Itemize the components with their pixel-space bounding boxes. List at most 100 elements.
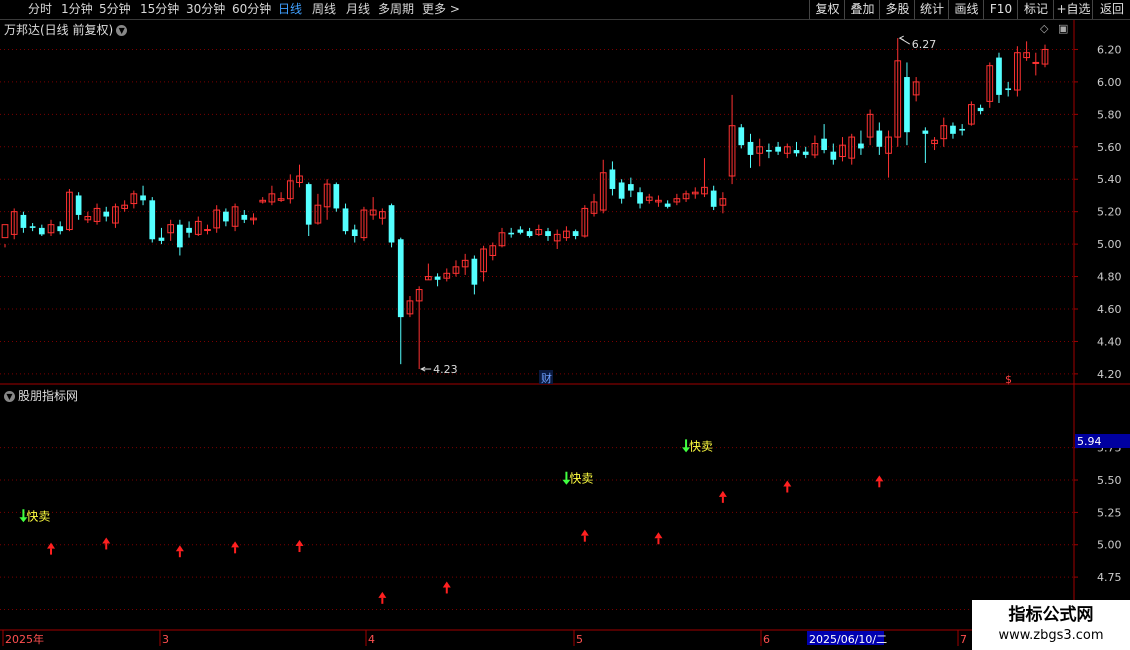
candle-body-up (783, 146, 791, 154)
candle-body-down (821, 138, 827, 151)
sell-signal-label: 快卖 (569, 472, 593, 486)
candle-body-up (535, 229, 543, 235)
candle-body-up (655, 199, 662, 203)
price-tick-label: 5.40 (1097, 173, 1122, 186)
candle-body-down (904, 77, 910, 133)
candle-body-up (682, 193, 690, 200)
toolbar-button-2[interactable]: 多股 (879, 0, 915, 19)
candle-body-down (545, 231, 551, 237)
candle-body-down (397, 239, 404, 318)
toolbar-button-3[interactable]: 统计 (914, 0, 949, 19)
candle-body-up (728, 125, 736, 177)
candle-body-down (627, 184, 634, 191)
candle-body-down (103, 211, 110, 217)
candle-body-up (940, 125, 948, 140)
price-tick-label: 6.00 (1097, 76, 1122, 89)
candle-body-down (738, 127, 745, 146)
candle-body-down (20, 214, 27, 228)
candle-body-down (959, 128, 966, 131)
high-marker-arrow (898, 35, 904, 41)
candle-body-down (517, 229, 524, 233)
period-tab-6[interactable]: 日线 (278, 1, 302, 18)
candle-body-up (277, 198, 285, 201)
candle-body-up (645, 196, 653, 201)
candle-body-up (498, 232, 506, 247)
time-axis-label: 3 (162, 633, 169, 646)
period-tab-10[interactable]: 更多 > (422, 1, 460, 18)
candle-body-down (177, 224, 183, 248)
indicator-title-label: 股朋指标网 (18, 389, 79, 403)
candle-body-up (415, 289, 423, 302)
candle-body-down (664, 203, 671, 207)
toolbar-button-8[interactable]: 返回 (1092, 0, 1130, 19)
candle-body-up (1032, 61, 1040, 64)
buy-arrow-head (718, 490, 727, 497)
diamond-icon[interactable]: ◇ (1040, 22, 1048, 35)
indicator-tick-label: 5.50 (1097, 474, 1122, 487)
toolbar-button-4[interactable]: 画线 (948, 0, 984, 19)
price-tick-label: 4.60 (1097, 303, 1122, 316)
high-marker-line (899, 37, 911, 45)
toolbar-button-6[interactable]: 标记 (1017, 0, 1054, 19)
time-axis-label: 4 (368, 633, 375, 646)
period-tab-0[interactable]: 分时 (28, 1, 52, 18)
sell-signal-label: 快卖 (26, 509, 50, 523)
candle-body-down (434, 276, 441, 280)
title-menu-chevron-icon[interactable]: ▼ (116, 25, 128, 36)
period-tab-7[interactable]: 周线 (312, 1, 336, 18)
candle-body-down (223, 211, 229, 222)
candle-body-up (250, 217, 257, 221)
candle-body-down (950, 125, 956, 134)
watermark-url: www.zbgs3.com (998, 628, 1104, 643)
candle-body-up (323, 183, 331, 208)
candle-body-up (673, 198, 681, 203)
toolbar-button-1[interactable]: 叠加 (844, 0, 880, 19)
period-tab-4[interactable]: 30分钟 (186, 1, 225, 18)
period-tab-5[interactable]: 60分钟 (232, 1, 271, 18)
candle-body-up (848, 136, 856, 159)
candle-body-up (811, 143, 819, 156)
period-tab-2[interactable]: 5分钟 (99, 1, 131, 18)
candle-body-down (637, 192, 643, 204)
sell-arrow-head (682, 447, 691, 453)
candle-body-up (130, 193, 138, 205)
candle-body-up (894, 60, 902, 138)
buy-arrow-head (102, 537, 111, 544)
period-tab-8[interactable]: 月线 (346, 1, 370, 18)
indicator-tick-label: 5.75 (1097, 442, 1122, 455)
period-tab-3[interactable]: 15分钟 (140, 1, 179, 18)
toolbar-button-5[interactable]: F10 (983, 0, 1018, 19)
watermark-title: 指标公式网 (1008, 605, 1094, 625)
candle-body-up (167, 224, 175, 234)
candle-body-up (369, 209, 377, 216)
candle-body-down (775, 146, 781, 152)
sell-signal-label: 快卖 (689, 439, 713, 453)
candle-body-down (29, 226, 36, 228)
candle-body-down (158, 237, 165, 241)
indicator-menu-chevron-icon[interactable]: ▼ (4, 391, 15, 402)
toolbar-button-0[interactable]: 复权 (809, 0, 845, 19)
buy-arrow-head (47, 542, 56, 549)
candle-body-down (351, 229, 358, 237)
candle-body-up (204, 229, 211, 232)
candle-body-down (388, 205, 395, 243)
price-tick-label: 4.80 (1097, 271, 1122, 284)
candle-body-down (186, 227, 192, 233)
cursor-date-label: 2025/06/10/二 (809, 633, 887, 646)
toolbar-button-7[interactable]: +自选 (1053, 0, 1093, 19)
candle-body-down (609, 169, 616, 189)
buy-arrow-head (378, 591, 387, 598)
chart-corner-icons: ◇ ▣ (1040, 22, 1068, 35)
candle-body-up (286, 180, 294, 200)
low-price-label: 4.23 (433, 363, 458, 376)
candle-body-up (10, 211, 18, 235)
candle-body-down (305, 184, 312, 225)
finance-marker: 财 (541, 371, 552, 385)
panel-toggle-icon[interactable]: ▣ (1058, 22, 1068, 35)
candle-body-down (572, 231, 579, 237)
buy-arrow-head (654, 532, 663, 539)
time-axis-label: 2025年 (5, 632, 44, 646)
period-tab-9[interactable]: 多周期 (378, 1, 414, 18)
period-tab-1[interactable]: 1分钟 (61, 1, 93, 18)
watermark-logo: 指标公式网 www.zbgs3.com (972, 600, 1130, 650)
